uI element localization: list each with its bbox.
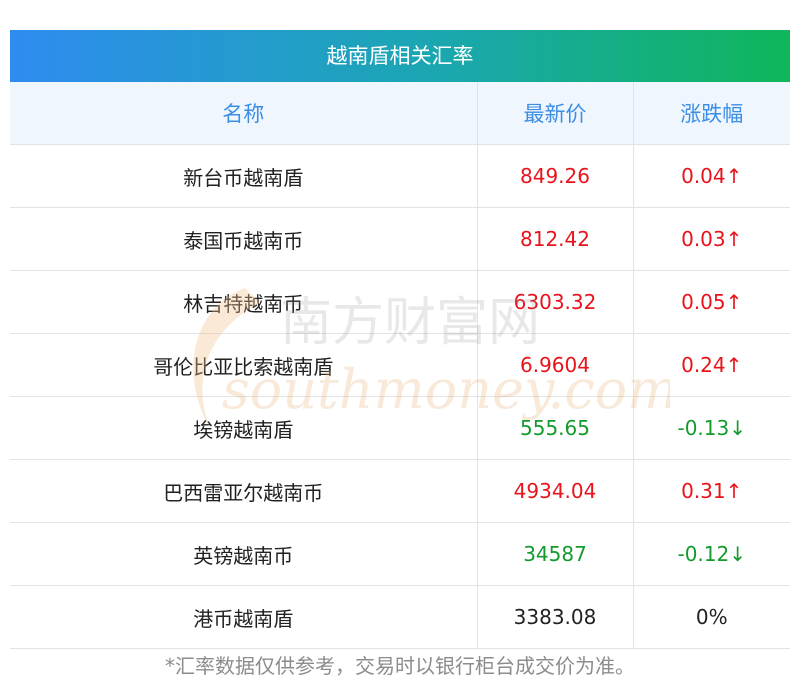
table-row[interactable]: 泰国币越南币 812.42 0.03↑ (10, 207, 790, 271)
latest-price: 6.9604 (476, 333, 633, 397)
latest-price: 6303.32 (476, 270, 633, 334)
change-value: -0.13↓ (632, 396, 790, 460)
latest-price: 4934.04 (476, 459, 633, 523)
change-value: 0.05↑ (632, 270, 790, 334)
disclaimer-note: *汇率数据仅供参考，交易时以银行柜台成交价为准。 (165, 654, 635, 678)
header-change: 涨跌幅 (632, 82, 790, 145)
header-price: 最新价 (476, 82, 633, 145)
header-row: 名称 最新价 涨跌幅 (10, 82, 790, 145)
rates-table: 名称 最新价 涨跌幅 新台币越南盾 849.26 0.04↑ 泰国币越南币 81… (10, 82, 790, 649)
currency-name[interactable]: 埃镑越南盾 (10, 396, 477, 460)
table-row[interactable]: 哥伦比亚比索越南盾 6.9604 0.24↑ (10, 333, 790, 397)
currency-name[interactable]: 哥伦比亚比索越南盾 (10, 333, 477, 397)
latest-price: 555.65 (476, 396, 633, 460)
currency-name[interactable]: 英镑越南币 (10, 522, 477, 586)
latest-price: 3383.08 (476, 585, 633, 649)
currency-name[interactable]: 新台币越南盾 (10, 144, 477, 208)
change-value: 0% (632, 585, 790, 649)
change-value: 0.03↑ (632, 207, 790, 271)
table-row[interactable]: 英镑越南币 34587 -0.12↓ (10, 522, 790, 586)
currency-name[interactable]: 巴西雷亚尔越南币 (10, 459, 477, 523)
latest-price: 34587 (476, 522, 633, 586)
header-name: 名称 (10, 82, 477, 145)
latest-price: 849.26 (476, 144, 633, 208)
currency-name[interactable]: 泰国币越南币 (10, 207, 477, 271)
change-value: 0.31↑ (632, 459, 790, 523)
currency-name[interactable]: 港币越南盾 (10, 585, 477, 649)
change-value: 0.24↑ (632, 333, 790, 397)
table-row[interactable]: 林吉特越南币 6303.32 0.05↑ (10, 270, 790, 334)
currency-name[interactable]: 林吉特越南币 (10, 270, 477, 334)
table-title: 越南盾相关汇率 (10, 30, 790, 82)
table-row[interactable]: 新台币越南盾 849.26 0.04↑ (10, 144, 790, 208)
rates-panel: 越南盾相关汇率 名称 最新价 涨跌幅 新台币越南盾 849.26 0.04↑ 泰… (10, 30, 790, 649)
table-row[interactable]: 巴西雷亚尔越南币 4934.04 0.31↑ (10, 459, 790, 523)
change-value: 0.04↑ (632, 144, 790, 208)
latest-price: 812.42 (476, 207, 633, 271)
table-row[interactable]: 埃镑越南盾 555.65 -0.13↓ (10, 396, 790, 460)
table-row[interactable]: 港币越南盾 3383.08 0% (10, 585, 790, 649)
change-value: -0.12↓ (632, 522, 790, 586)
